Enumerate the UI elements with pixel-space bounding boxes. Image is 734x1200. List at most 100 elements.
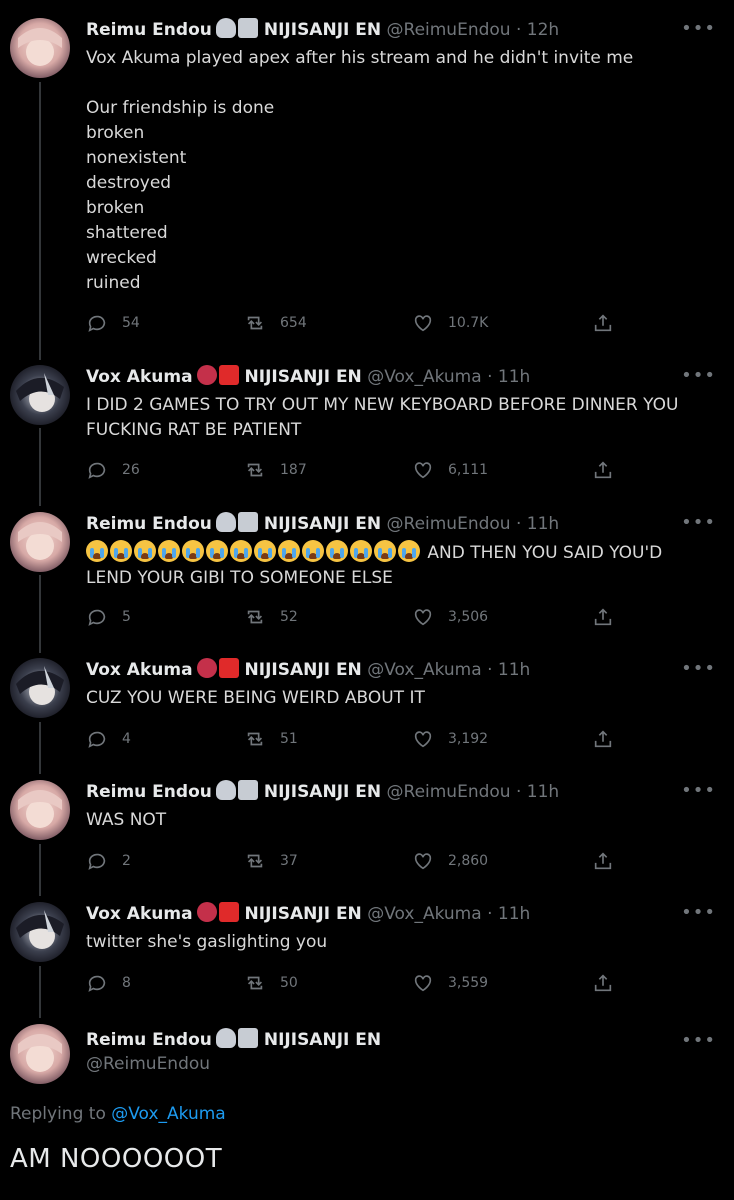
more-icon[interactable]: ••• [681,1032,716,1050]
text-line: nonexistent [86,148,187,168]
retweet-button[interactable]: 50 [244,970,298,996]
more-icon[interactable]: ••• [681,782,716,800]
loudly-crying-face-icon [206,540,228,562]
avatar[interactable] [10,780,70,840]
display-name[interactable]: Vox Akuma [86,660,193,680]
loudly-crying-face-icon [110,540,132,562]
like-button[interactable]: 3,559 [412,970,488,996]
timestamp[interactable]: 11h [498,367,530,387]
retweet-icon [247,732,263,746]
avatar[interactable] [10,658,70,718]
loudly-crying-face-icon [350,540,372,562]
retweet-icon [247,463,263,477]
like-button[interactable]: 3,192 [412,726,488,752]
more-icon[interactable]: ••• [681,367,716,385]
heart-icon [414,462,432,479]
avatar[interactable] [10,1024,70,1084]
reply-button[interactable]: 5 [86,604,131,630]
display-name[interactable]: Reimu Endou [86,1030,212,1050]
retweet-icon [247,316,263,330]
display-name[interactable]: Reimu Endou [86,782,212,802]
share-button[interactable] [592,310,614,336]
avatar[interactable] [10,18,70,78]
replying-to-handle-link[interactable]: @Vox_Akuma [111,1104,225,1124]
reply-icon [88,315,106,332]
handle[interactable]: @ReimuEndou [86,1054,210,1074]
text-line: destroyed [86,173,172,193]
retweet-button[interactable]: 51 [244,726,298,752]
like-button[interactable]: 6,111 [412,457,488,483]
reply-button[interactable]: 8 [86,970,131,996]
reply-count: 4 [122,731,131,747]
reply-button[interactable]: 4 [86,726,131,752]
tweet-text: I DID 2 GAMES TO TRY OUT MY NEW KEYBOARD… [86,393,706,443]
tweet-text: Vox Akuma played apex after his stream a… [86,46,706,296]
more-icon[interactable]: ••• [681,20,716,38]
retweet-count: 37 [280,853,298,869]
tweet-text: AND THEN YOU SAID YOU'D LEND YOUR GIBI T… [86,540,706,591]
like-button[interactable]: 3,506 [412,604,488,630]
handle[interactable]: @ReimuEndou [387,20,511,40]
main-tweet-text: AM NOOOOOOT [10,1144,223,1174]
org-name: NIJISANJI EN [263,514,382,534]
avatar[interactable] [10,365,70,425]
timestamp[interactable]: 11h [498,904,530,924]
loudly-crying-face-icon [302,540,324,562]
display-name[interactable]: Vox Akuma [86,904,193,924]
display-name[interactable]: Reimu Endou [86,514,212,534]
share-button[interactable] [592,970,614,996]
text-line: shattered [86,223,168,243]
handle[interactable]: @Vox_Akuma [367,367,481,387]
reply-button[interactable]: 54 [86,310,140,336]
avatar[interactable] [10,902,70,962]
retweet-button[interactable]: 187 [244,457,307,483]
like-button[interactable]: 2,860 [412,848,488,874]
share-icon [594,314,612,332]
retweet-button[interactable]: 52 [244,604,298,630]
share-button[interactable] [592,848,614,874]
avatar[interactable] [10,512,70,572]
loudly-crying-face-icon [86,540,108,562]
loudly-crying-face-icon [134,540,156,562]
org-name: NIJISANJI EN [244,904,362,924]
more-icon[interactable]: ••• [681,514,716,532]
share-button[interactable] [592,457,614,483]
timestamp[interactable]: 11h [498,660,530,680]
timestamp[interactable]: 11h [527,514,559,534]
reply-icon [88,975,106,992]
reply-count: 5 [122,609,131,625]
loudly-crying-face-icon [278,540,300,562]
heart-icon [414,609,432,626]
handle[interactable]: @Vox_Akuma [367,904,481,924]
retweet-button[interactable]: 654 [244,310,307,336]
display-name[interactable]: Vox Akuma [86,367,193,387]
share-icon [594,974,612,992]
handle[interactable]: @ReimuEndou [387,514,511,534]
more-icon[interactable]: ••• [681,660,716,678]
share-button[interactable] [592,604,614,630]
reply-button[interactable]: 26 [86,457,140,483]
replying-to-label: Replying to [10,1104,106,1124]
like-button[interactable]: 10.7K [412,310,488,336]
demon-envelope-icon [196,658,241,685]
separator-dot: · [515,514,522,534]
handle[interactable]: @ReimuEndou [387,782,511,802]
like-count: 10.7K [448,315,489,331]
more-icon[interactable]: ••• [681,904,716,922]
loudly-crying-face-icon [230,540,252,562]
retweet-count: 654 [280,315,307,331]
reply-button[interactable]: 2 [86,848,131,874]
text-line: WAS NOT [86,810,167,830]
handle[interactable]: @Vox_Akuma [367,660,481,680]
retweet-button[interactable]: 37 [244,848,298,874]
text-line: broken [86,123,145,143]
share-button[interactable] [592,726,614,752]
timestamp[interactable]: 11h [527,782,559,802]
ghost-book-icon [215,18,260,45]
tweet-text: CUZ YOU WERE BEING WEIRD ABOUT IT [86,686,706,711]
separator-dot: · [515,782,522,802]
retweet-count: 51 [280,731,298,747]
timestamp[interactable]: 12h [527,20,559,40]
org-name: NIJISANJI EN [263,1030,382,1050]
display-name[interactable]: Reimu Endou [86,20,212,40]
